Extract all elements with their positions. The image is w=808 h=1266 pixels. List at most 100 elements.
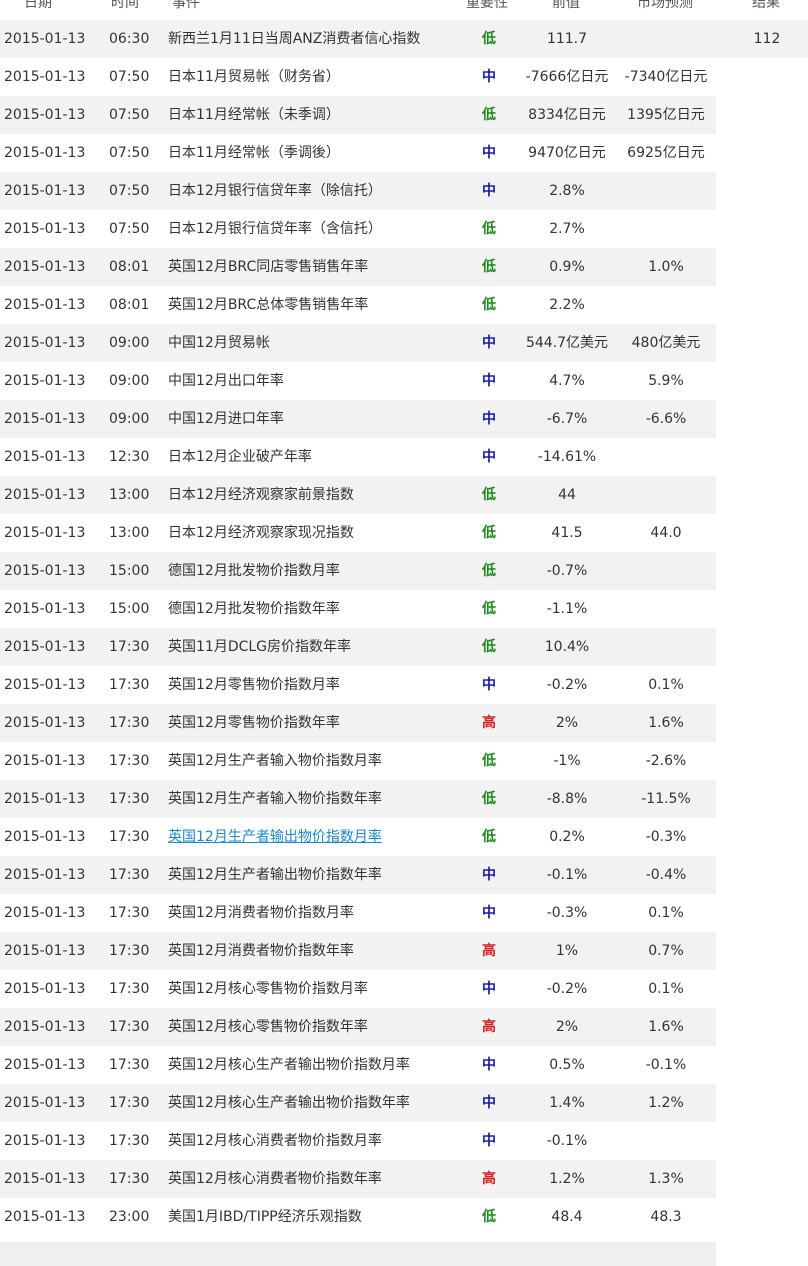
table-row: 2015-01-13 13:00 日本12月经济观察家现况指数 低 41.5 44.0 [0,514,808,552]
table-row: 2015-01-13 17:30 英国12月核心生产者输出物价指数年率 中 1.4% 1.… [0,1084,808,1122]
cell-previous: -0.1% [546,1133,588,1149]
table-row: 2015-01-13 17:30 英国12月零售物价指数年率 高 2% 1.6% [0,704,808,742]
cell-time: 17:30 [109,867,150,883]
cell-previous: 48.4 [551,1209,583,1225]
cell-importance: 中 [482,1057,496,1073]
cell-importance: 低 [482,297,496,313]
cell-event: 日本12月经济观察家前景指数 [168,487,354,503]
cell-forecast: -7340亿日元 [624,69,708,85]
cell-event: 英国12月消费者物价指数年率 [168,943,354,959]
cell-time: 17:30 [109,639,150,655]
cell-forecast: 5.9% [648,373,684,389]
table-row: 2015-01-13 07:50 日本11月贸易帐（财务省） 中 -7666亿日元 -73… [0,58,808,96]
cell-importance: 中 [482,69,496,85]
cell-previous: 544.7亿美元 [525,335,609,351]
cell-event: 日本12月经济观察家现况指数 [168,525,354,541]
cell-previous: -8.8% [546,791,588,807]
cell-event: 英国12月零售物价指数月率 [168,677,340,693]
table-row: 2015-01-13 13:00 日本12月经济观察家前景指数 低 44 [0,476,808,514]
cell-time: 23:00 [109,1209,150,1225]
cell-importance: 中 [482,335,496,351]
cell-importance: 中 [482,183,496,199]
cell-previous: 10.4% [544,639,590,655]
cell-importance: 高 [482,1171,496,1187]
cell-previous: 0.9% [549,259,585,275]
cell-forecast: 1.3% [648,1171,684,1187]
cell-date: 2015-01-13 [4,183,86,199]
cell-forecast: -11.5% [641,791,691,807]
cell-event: 英国12月核心消费者物价指数月率 [168,1133,382,1149]
cell-date: 2015-01-13 [4,31,86,47]
cell-date: 2015-01-13 [4,867,86,883]
cell-date: 2015-01-13 [4,297,86,313]
cell-previous: 9470亿日元 [528,145,606,161]
cell-importance: 中 [482,1133,496,1149]
cell-date: 2015-01-13 [4,981,86,997]
cell-date: 2015-01-13 [4,335,86,351]
cell-importance: 低 [482,107,496,123]
cell-time: 08:01 [109,297,150,313]
table-row: 2015-01-13 17:30 英国12月零售物价指数月率 中 -0.2% 0.1% [0,666,808,704]
table-row: 2015-01-13 17:30 英国12月生产者输入物价指数年率 低 -8.8% -11… [0,780,808,818]
event-link[interactable]: 英国12月生产者输出物价指数月率 [168,818,382,856]
cell-importance: 低 [482,31,496,47]
cell-event: 英国12月核心零售物价指数年率 [168,1019,368,1035]
cell-time: 13:00 [109,525,150,541]
cell-time: 07:50 [109,107,150,123]
table-row: 2015-01-13 08:01 英国12月BRC同店零售销售年率 低 0.9% 1.0% [0,248,808,286]
table-row: 2015-01-13 12:30 日本12月企业破产年率 中 -14.61% [0,438,808,476]
cell-time: 07:50 [109,145,150,161]
cell-date: 2015-01-13 [4,715,86,731]
cell-importance: 低 [482,601,496,617]
cell-date: 2015-01-13 [4,1095,86,1111]
cell-time: 17:30 [109,905,150,921]
table-row: 2015-01-13 15:00 德国12月批发物价指数年率 低 -1.1% [0,590,808,628]
cell-importance: 高 [482,943,496,959]
cell-previous: 0.5% [549,1057,585,1073]
cell-importance: 低 [482,791,496,807]
table-footer-bar [0,1242,716,1266]
cell-time: 17:30 [109,1133,150,1149]
cell-previous: 111.7 [546,31,588,47]
cell-event: 英国12月生产者输出物价指数年率 [168,867,382,883]
cell-previous: -14.61% [537,449,597,465]
cell-forecast: 1.0% [648,259,684,275]
table-row: 2015-01-13 17:30 英国12月核心消费者物价指数年率 高 1.2% 1.3% [0,1160,808,1198]
cell-forecast: 1.2% [648,1095,684,1111]
cell-forecast: -0.3% [645,829,687,845]
cell-forecast: -6.6% [645,411,687,427]
cell-time: 07:50 [109,69,150,85]
cell-previous: 1.2% [549,1171,585,1187]
cell-event: 英国12月BRC总体零售销售年率 [168,297,369,313]
cell-importance: 中 [482,905,496,921]
cell-event: 日本12月银行信贷年率（含信托） [168,221,382,237]
cell-actual: 112 [753,31,781,47]
cell-date: 2015-01-13 [4,1133,86,1149]
cell-date: 2015-01-13 [4,449,86,465]
cell-forecast: 0.1% [648,981,684,997]
cell-time: 09:00 [109,335,150,351]
cell-date: 2015-01-13 [4,1209,86,1225]
cell-previous: -0.3% [546,905,588,921]
table-row: 2015-01-13 07:50 日本12月银行信贷年率（含信托） 低 2.7% [0,210,808,248]
table-row: 2015-01-13 17:30 英国12月消费者物价指数月率 中 -0.3% 0.1% [0,894,808,932]
header-event: 事件 [172,0,200,11]
cell-importance: 低 [482,525,496,541]
cell-event: 英国12月核心零售物价指数月率 [168,981,368,997]
cell-importance: 低 [482,563,496,579]
table-row: 2015-01-13 06:30 新西兰1月11日当周ANZ消费者信心指数 低 111.… [0,20,808,58]
cell-event: 日本11月贸易帐（财务省） [168,69,340,85]
cell-importance: 中 [482,1095,496,1111]
cell-time: 17:30 [109,1171,150,1187]
cell-previous: 2.7% [549,221,585,237]
table-header: 日期 时间 事件 重要性 前值 市场预测 结果 [0,0,808,12]
cell-date: 2015-01-13 [4,601,86,617]
cell-time: 06:30 [109,31,150,47]
cell-date: 2015-01-13 [4,677,86,693]
cell-time: 07:50 [109,183,150,199]
cell-importance: 低 [482,829,496,845]
table-row: 2015-01-13 17:30 英国12月生产者输入物价指数月率 低 -1% -2.6% [0,742,808,780]
cell-previous: 41.5 [551,525,583,541]
cell-time: 15:00 [109,563,150,579]
cell-previous: 1% [555,943,579,959]
